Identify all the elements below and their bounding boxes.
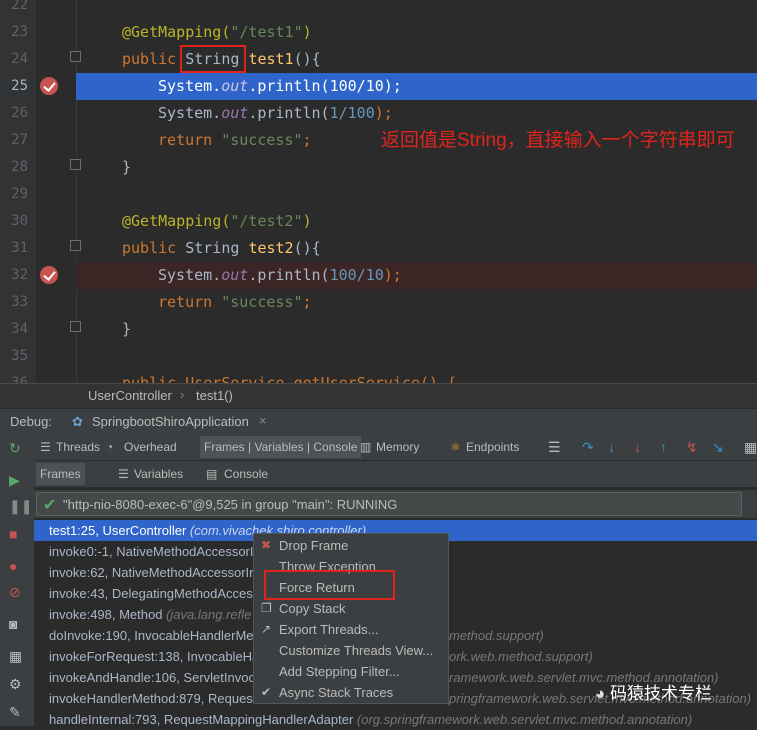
tab-endpoints[interactable]: Endpoints bbox=[466, 438, 519, 456]
subtab-variables[interactable]: Variables bbox=[134, 465, 183, 483]
run-config-tab[interactable]: SpringbootShiroApplication bbox=[92, 414, 249, 429]
code-line: System.out.println(100/10); bbox=[158, 77, 402, 95]
line-number: 25 bbox=[11, 78, 28, 94]
variables-icon: ☰ bbox=[118, 467, 129, 481]
code-line: @GetMapping("/test1") bbox=[122, 23, 312, 41]
frames-subtabs: Frames ☰ Variables ▤ Console bbox=[34, 461, 757, 488]
line-number: 28 bbox=[11, 159, 28, 175]
annotation-box bbox=[264, 570, 395, 600]
line-number: 35 bbox=[11, 348, 28, 364]
fold-icon[interactable] bbox=[70, 51, 81, 62]
close-icon[interactable]: × bbox=[259, 413, 267, 428]
menu-add-stepping-filter[interactable]: Add Stepping Filter... bbox=[254, 661, 448, 682]
code-editor[interactable]: 22 23 24 25 26 27 28 29 30 31 32 33 34 3… bbox=[0, 0, 757, 383]
line-number: 22 bbox=[11, 0, 28, 13]
debug-label: Debug: bbox=[10, 414, 52, 429]
gear-icon[interactable]: ⚙ bbox=[9, 676, 22, 693]
code-line: } bbox=[122, 320, 132, 338]
line-number-gutter: 22 23 24 25 26 27 28 29 30 31 32 33 34 3… bbox=[0, 0, 36, 383]
layout-icon[interactable]: ▦ bbox=[9, 648, 22, 665]
annotation-box bbox=[180, 45, 246, 73]
line-number: 24 bbox=[11, 51, 28, 67]
endpoints-icon: ⚛ bbox=[450, 440, 461, 454]
resume-icon[interactable]: ▶ bbox=[9, 472, 20, 489]
step-over-icon[interactable]: ↷ bbox=[582, 438, 594, 456]
drop-frame-icon: ✖ bbox=[261, 538, 272, 552]
menu-copy-stack[interactable]: ❐ Copy Stack bbox=[254, 598, 448, 619]
fold-icon[interactable] bbox=[70, 321, 81, 332]
mute-breakpoints-icon[interactable]: ⊘ bbox=[9, 584, 21, 601]
pause-icon[interactable]: ❚❚ bbox=[9, 498, 32, 515]
pin-icon[interactable]: ✎ bbox=[9, 704, 21, 721]
line-number: 33 bbox=[11, 294, 28, 310]
rerun-icon[interactable]: ↻ bbox=[9, 440, 21, 457]
fold-icon[interactable] bbox=[70, 159, 81, 170]
check-icon: ✔ bbox=[43, 497, 57, 514]
menu-drop-frame[interactable]: ✖ Drop Frame bbox=[254, 535, 448, 556]
breakpoint-icon[interactable] bbox=[40, 77, 58, 95]
menu-async-stack-traces[interactable]: ✔ Async Stack Traces bbox=[254, 682, 448, 703]
tab-frames-variables-console[interactable]: Frames | Variables | Console bbox=[200, 436, 362, 458]
watermark: ◕ 码猿技术专栏 bbox=[595, 684, 713, 703]
context-menu: ✖ Drop Frame Throw Exception Force Return… bbox=[253, 533, 449, 704]
subtab-frames[interactable]: Frames bbox=[36, 463, 85, 485]
overhead-icon: ◔ bbox=[106, 440, 114, 454]
thread-selector[interactable]: ✔ "http-nio-8080-exec-6"@9,525 in group … bbox=[36, 492, 742, 516]
thread-label: "http-nio-8080-exec-6"@9,525 in group "m… bbox=[63, 497, 398, 512]
tab-overhead[interactable]: Overhead bbox=[124, 438, 177, 456]
code-line: System.out.println(1/100); bbox=[158, 104, 393, 122]
debug-tab-bar: ☰ Threads ◔ Overhead Frames | Variables … bbox=[34, 434, 757, 461]
leaf-icon: ✿ bbox=[72, 414, 83, 429]
line-number: 29 bbox=[11, 186, 28, 202]
breadcrumb-class[interactable]: UserController bbox=[88, 388, 172, 403]
view-breakpoints-icon[interactable]: ● bbox=[9, 558, 17, 574]
code-line: public String test2(){ bbox=[122, 239, 321, 257]
step-into-icon[interactable]: ↓ bbox=[608, 438, 615, 456]
breadcrumb-method[interactable]: test1() bbox=[196, 388, 233, 403]
line-number: 23 bbox=[11, 24, 28, 40]
check-icon: ✔ bbox=[261, 685, 272, 699]
debug-header: Debug: ✿ SpringbootShiroApplication × bbox=[0, 408, 757, 435]
memory-icon: ▥ bbox=[360, 440, 372, 454]
evaluate-icon[interactable]: ▦ bbox=[744, 438, 757, 456]
drop-frame-icon[interactable]: ↯ bbox=[686, 438, 698, 456]
menu-export-threads[interactable]: ↗ Export Threads... bbox=[254, 619, 448, 640]
debug-side-toolbar: ↻ ▶ ❚❚ ■ ● ⊘ ◙ ▦ ⚙ ✎ bbox=[0, 434, 35, 726]
code-line: return "success"; bbox=[158, 131, 312, 149]
breadcrumb: UserController › test1() bbox=[0, 383, 757, 409]
export-icon: ↗ bbox=[261, 622, 272, 636]
code-line: return "success"; bbox=[158, 293, 312, 311]
annotation-note: 返回值是String，直接输入一个字符串即可 bbox=[381, 130, 735, 151]
fold-icon[interactable] bbox=[70, 240, 81, 251]
code-line: public UserService getUserService() { bbox=[122, 374, 457, 383]
stop-icon[interactable]: ■ bbox=[9, 526, 17, 542]
copy-icon: ❐ bbox=[261, 601, 272, 615]
frame-row[interactable]: handleInternal:793, RequestMappingHandle… bbox=[34, 709, 757, 730]
line-number: 36 bbox=[11, 375, 28, 383]
line-number: 31 bbox=[11, 240, 28, 256]
code-line: } bbox=[122, 158, 132, 176]
code-line: @GetMapping("/test2") bbox=[122, 212, 312, 230]
chevron-right-icon: › bbox=[180, 387, 185, 402]
code-line: System.out.println(100/10); bbox=[158, 266, 402, 284]
wechat-icon: ◕ bbox=[595, 684, 606, 703]
line-number: 34 bbox=[11, 321, 28, 337]
subtab-console[interactable]: Console bbox=[224, 465, 268, 483]
line-number: 27 bbox=[11, 132, 28, 148]
threads-icon: ☰ bbox=[40, 440, 51, 454]
camera-icon[interactable]: ◙ bbox=[9, 616, 17, 632]
line-number: 32 bbox=[11, 267, 28, 283]
console-icon: ▤ bbox=[206, 467, 218, 481]
force-step-into-icon[interactable]: ↓ bbox=[634, 438, 641, 456]
line-number: 30 bbox=[11, 213, 28, 229]
menu-customize-threads-view[interactable]: Customize Threads View... bbox=[254, 640, 448, 661]
step-out-icon[interactable]: ↑ bbox=[660, 438, 667, 456]
line-number: 26 bbox=[11, 105, 28, 121]
breakpoint-icon[interactable] bbox=[40, 266, 58, 284]
run-to-cursor-icon[interactable]: ↘ bbox=[712, 438, 724, 456]
show-execution-point-icon[interactable]: ☰ bbox=[548, 438, 561, 456]
tab-memory[interactable]: Memory bbox=[376, 438, 419, 456]
tab-threads[interactable]: Threads bbox=[56, 438, 100, 456]
